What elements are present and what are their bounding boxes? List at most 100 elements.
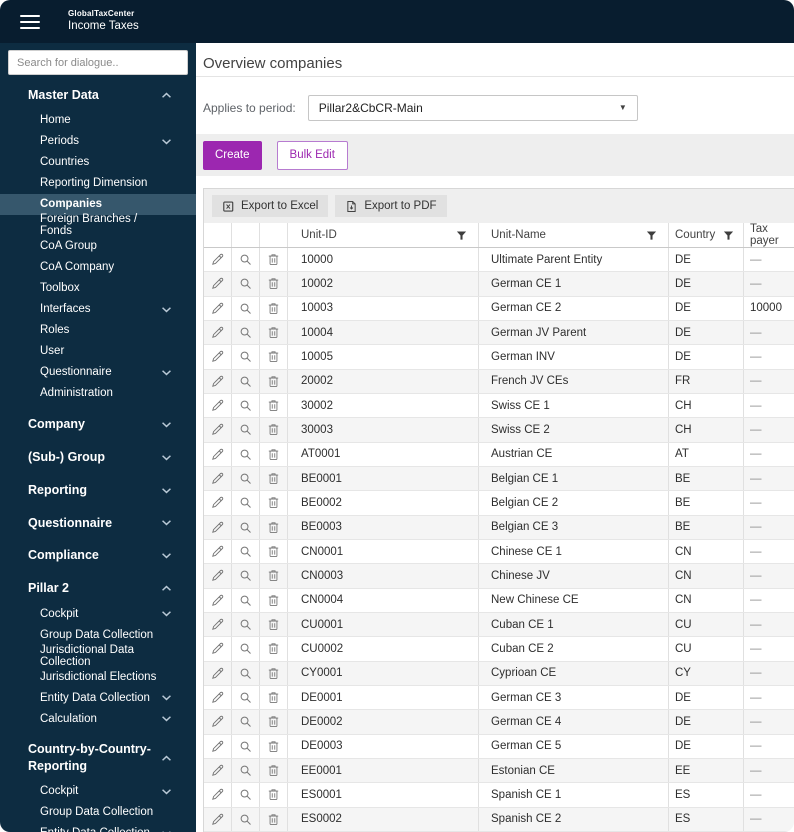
sidebar-item-roles[interactable]: Roles xyxy=(0,320,196,341)
edit-button[interactable] xyxy=(210,812,225,827)
export-excel-button[interactable]: Export to Excel xyxy=(212,195,329,217)
delete-button[interactable] xyxy=(266,252,281,267)
edit-button[interactable] xyxy=(210,690,225,705)
view-button[interactable] xyxy=(238,447,253,462)
edit-button[interactable] xyxy=(210,763,225,778)
delete-button[interactable] xyxy=(266,325,281,340)
export-pdf-button[interactable]: Export to PDF xyxy=(335,195,447,217)
sidebar-item-home[interactable]: Home xyxy=(0,110,196,131)
view-button[interactable] xyxy=(238,374,253,389)
edit-button[interactable] xyxy=(210,641,225,656)
sidebar-section-pillar-2[interactable]: Pillar 2 xyxy=(0,574,196,603)
delete-button[interactable] xyxy=(266,593,281,608)
view-button[interactable] xyxy=(238,714,253,729)
delete-button[interactable] xyxy=(266,763,281,778)
sidebar-item-countries[interactable]: Countries xyxy=(0,152,196,173)
view-button[interactable] xyxy=(238,617,253,632)
delete-button[interactable] xyxy=(266,471,281,486)
column-header-unit-id[interactable]: Unit-ID xyxy=(288,223,479,247)
view-button[interactable] xyxy=(238,641,253,656)
view-button[interactable] xyxy=(238,544,253,559)
edit-button[interactable] xyxy=(210,447,225,462)
delete-button[interactable] xyxy=(266,544,281,559)
sidebar-item-entity-data-collection[interactable]: Entity Data Collection xyxy=(0,687,196,708)
edit-button[interactable] xyxy=(210,520,225,535)
edit-button[interactable] xyxy=(210,593,225,608)
delete-button[interactable] xyxy=(266,398,281,413)
bulk-edit-button[interactable]: Bulk Edit xyxy=(276,140,348,170)
create-button[interactable]: Create xyxy=(203,140,262,170)
edit-button[interactable] xyxy=(210,301,225,316)
sidebar-item-group-data-collection[interactable]: Group Data Collection xyxy=(0,802,196,823)
sidebar-section-questionnaire[interactable]: Questionnaire xyxy=(0,509,196,538)
sidebar-section-country-by-country-reporting[interactable]: Country-by-Country-Reporting xyxy=(0,735,196,781)
sidebar-section-company[interactable]: Company xyxy=(0,410,196,439)
edit-button[interactable] xyxy=(210,252,225,267)
search-input[interactable] xyxy=(8,50,188,75)
edit-button[interactable] xyxy=(210,374,225,389)
edit-button[interactable] xyxy=(210,544,225,559)
view-button[interactable] xyxy=(238,812,253,827)
delete-button[interactable] xyxy=(266,520,281,535)
column-header-unit-name[interactable]: Unit-Name xyxy=(479,223,669,247)
edit-button[interactable] xyxy=(210,787,225,802)
delete-button[interactable] xyxy=(266,495,281,510)
delete-button[interactable] xyxy=(266,276,281,291)
view-button[interactable] xyxy=(238,301,253,316)
filter-icon[interactable] xyxy=(455,229,468,242)
delete-button[interactable] xyxy=(266,641,281,656)
sidebar-item-administration[interactable]: Administration xyxy=(0,383,196,404)
delete-button[interactable] xyxy=(266,714,281,729)
view-button[interactable] xyxy=(238,325,253,340)
view-button[interactable] xyxy=(238,495,253,510)
delete-button[interactable] xyxy=(266,666,281,681)
view-button[interactable] xyxy=(238,520,253,535)
edit-button[interactable] xyxy=(210,349,225,364)
sidebar-section-sub-group[interactable]: (Sub-) Group xyxy=(0,443,196,472)
sidebar-item-questionnaire[interactable]: Questionnaire xyxy=(0,362,196,383)
view-button[interactable] xyxy=(238,276,253,291)
view-button[interactable] xyxy=(238,739,253,754)
edit-button[interactable] xyxy=(210,739,225,754)
filter-icon[interactable] xyxy=(645,229,658,242)
delete-button[interactable] xyxy=(266,812,281,827)
sidebar-section-master-data[interactable]: Master Data xyxy=(0,81,196,110)
view-button[interactable] xyxy=(238,593,253,608)
sidebar-section-reporting[interactable]: Reporting xyxy=(0,476,196,505)
view-button[interactable] xyxy=(238,690,253,705)
sidebar-section-compliance[interactable]: Compliance xyxy=(0,541,196,570)
delete-button[interactable] xyxy=(266,422,281,437)
delete-button[interactable] xyxy=(266,617,281,632)
view-button[interactable] xyxy=(238,398,253,413)
sidebar-item-foreign-branches-fonds[interactable]: Foreign Branches / Fonds xyxy=(0,213,196,237)
delete-button[interactable] xyxy=(266,690,281,705)
sidebar-item-calculation[interactable]: Calculation xyxy=(0,708,196,729)
delete-button[interactable] xyxy=(266,374,281,389)
sidebar-item-coa-group[interactable]: CoA Group xyxy=(0,236,196,257)
edit-button[interactable] xyxy=(210,714,225,729)
sidebar-item-group-data-collection[interactable]: Group Data Collection xyxy=(0,624,196,645)
sidebar-item-entity-data-collection[interactable]: Entity Data Collection xyxy=(0,823,196,832)
view-button[interactable] xyxy=(238,349,253,364)
sidebar-item-companies[interactable]: Companies xyxy=(0,193,196,215)
sidebar-item-interfaces[interactable]: Interfaces xyxy=(0,299,196,320)
sidebar-item-toolbox[interactable]: Toolbox xyxy=(0,278,196,299)
period-select[interactable]: Pillar2&CbCR-Main ▼ xyxy=(307,94,638,121)
view-button[interactable] xyxy=(238,666,253,681)
sidebar-item-jurisdictional-data-collection[interactable]: Jurisdictional Data Collection xyxy=(0,644,196,668)
delete-button[interactable] xyxy=(266,301,281,316)
sidebar-item-periods[interactable]: Periods xyxy=(0,131,196,152)
view-button[interactable] xyxy=(238,568,253,583)
edit-button[interactable] xyxy=(210,276,225,291)
column-header-tax-payer[interactable]: Tax payer xyxy=(744,223,794,247)
filter-icon[interactable] xyxy=(722,229,735,242)
sidebar-item-cockpit[interactable]: Cockpit xyxy=(0,781,196,802)
delete-button[interactable] xyxy=(266,349,281,364)
edit-button[interactable] xyxy=(210,666,225,681)
delete-button[interactable] xyxy=(266,739,281,754)
view-button[interactable] xyxy=(238,471,253,486)
edit-button[interactable] xyxy=(210,495,225,510)
sidebar-item-user[interactable]: User xyxy=(0,341,196,362)
delete-button[interactable] xyxy=(266,568,281,583)
column-header-country[interactable]: Country xyxy=(669,223,744,247)
